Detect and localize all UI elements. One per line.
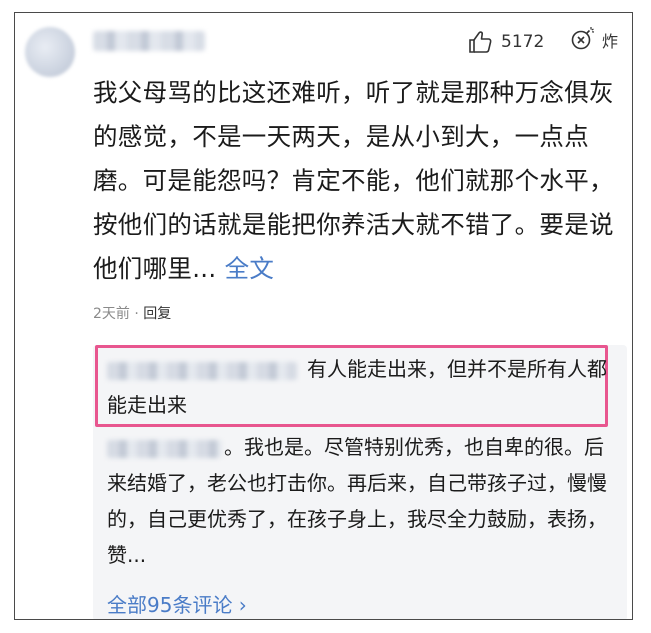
username-blurred[interactable]	[93, 31, 205, 51]
boom-button[interactable]: 炸	[570, 25, 618, 55]
comment-meta: 2天前 · 回复	[93, 303, 171, 323]
all-comments-link[interactable]: 全部95条评论 ›	[107, 589, 247, 618]
comment-text: 我父母骂的比这还难听，听了就是那种万念俱灰的感觉，不是一天两天，是从小到大，一点…	[93, 78, 614, 283]
avatar[interactable]	[25, 27, 75, 77]
thumbs-up-icon	[467, 29, 493, 55]
like-count: 5172	[501, 32, 545, 52]
reply-username-blurred[interactable]	[107, 361, 297, 380]
meta-separator: ·	[134, 306, 139, 322]
bomb-icon	[570, 25, 596, 55]
like-button[interactable]: 5172	[467, 27, 544, 57]
full-text-link[interactable]: 全文	[225, 254, 275, 283]
reply-item[interactable]: 有人能走出来，但并不是所有人都能走出来	[107, 351, 607, 423]
comment-card: 5172 炸 我父母骂的比这还难听，听了就是那种万念俱灰的感觉，不是一天两天，是…	[14, 12, 633, 620]
reply-link[interactable]: 回复	[143, 306, 171, 322]
comment-time: 2天前	[93, 306, 130, 322]
reply-item[interactable]: 。我也是。尽管特别优秀，也自卑的很。后来结婚了，老公也打击你。再后来，自己带孩子…	[107, 429, 617, 573]
comment-body: 我父母骂的比这还难听，听了就是那种万念俱灰的感觉，不是一天两天，是从小到大，一点…	[93, 71, 625, 291]
reply-username-blurred[interactable]	[107, 439, 222, 458]
boom-label: 炸	[602, 32, 619, 51]
